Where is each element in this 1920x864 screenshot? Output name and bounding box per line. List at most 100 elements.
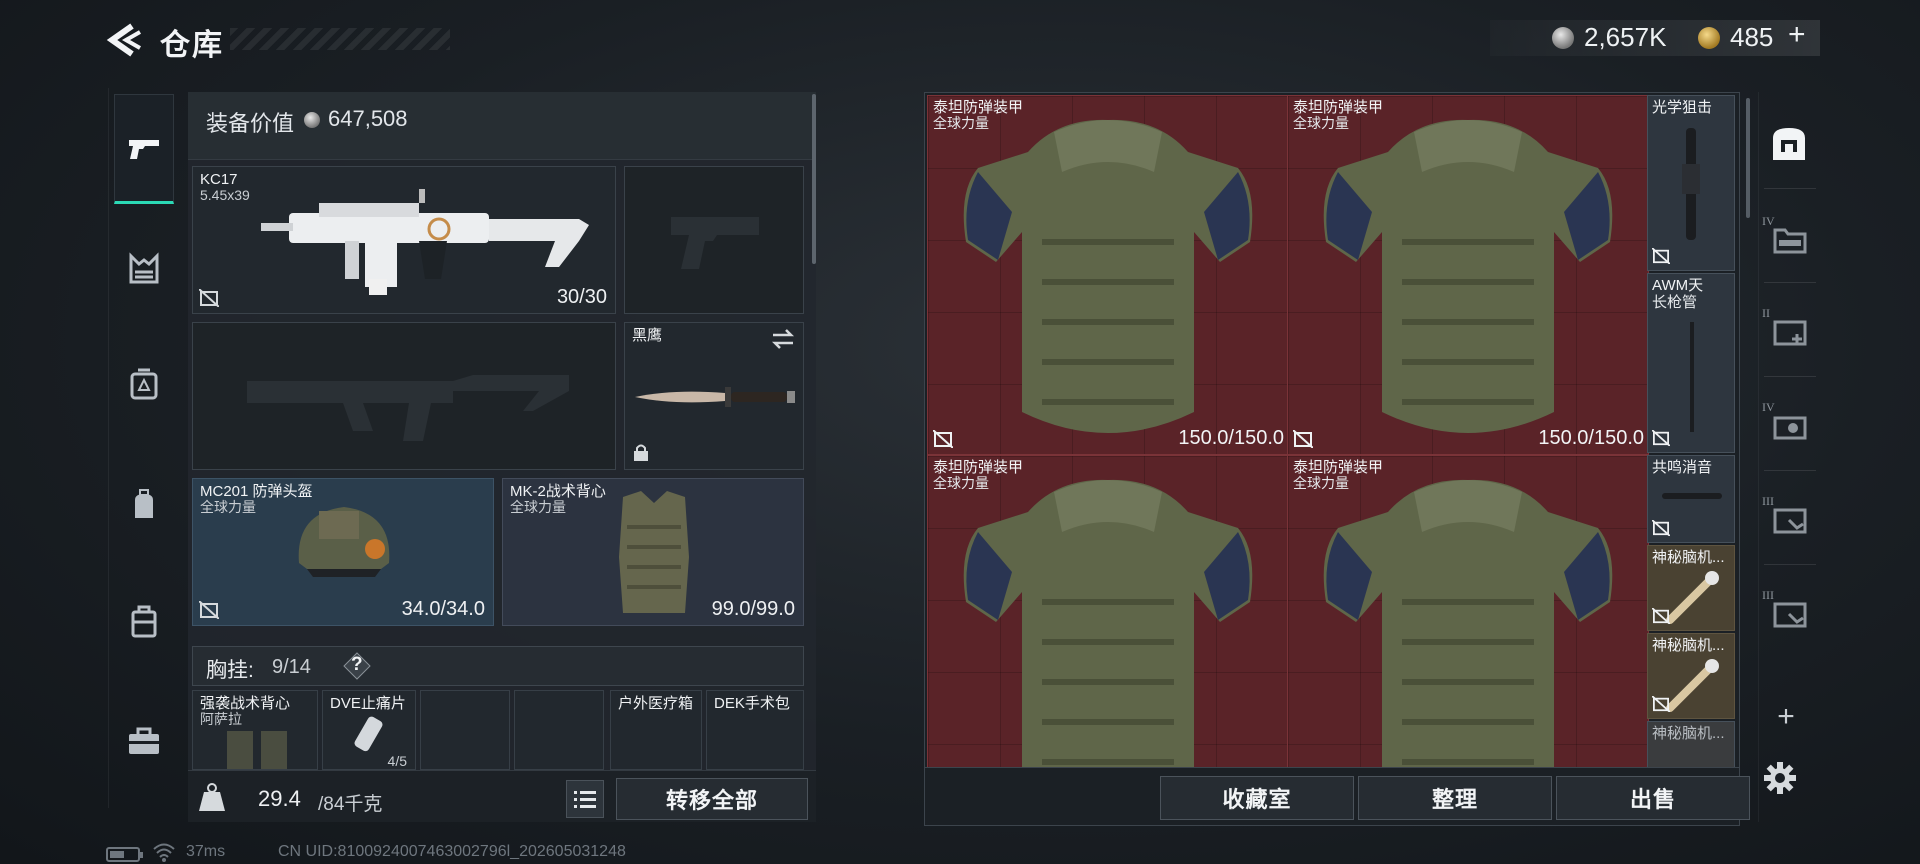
tab-weapons[interactable] bbox=[114, 94, 174, 204]
tab-storage-3b[interactable]: III bbox=[1760, 576, 1818, 648]
brain-chip-item-3[interactable]: 神秘脑机... bbox=[1647, 721, 1735, 767]
chest-rig-icon bbox=[129, 252, 159, 284]
tab-backpack[interactable] bbox=[114, 450, 174, 560]
armor-item-3[interactable]: 泰坦防弹装甲 全球力量 bbox=[927, 455, 1289, 767]
side-item-sub: 长枪管 bbox=[1652, 294, 1698, 311]
tab-tier-label: IV bbox=[1762, 400, 1775, 414]
brain-chip-item-1[interactable]: 神秘脑机... bbox=[1647, 545, 1735, 631]
rig-item-3[interactable] bbox=[420, 690, 510, 770]
ping-value: 37ms bbox=[186, 843, 226, 860]
tab-toolbox[interactable] bbox=[114, 686, 174, 796]
suppressor-item[interactable]: 共鸣消音 bbox=[1647, 455, 1735, 543]
side-item-name: 共鸣消音 bbox=[1652, 459, 1713, 476]
tab-storage-2[interactable]: II bbox=[1760, 294, 1818, 366]
medkit-storage-icon bbox=[1773, 320, 1807, 346]
vest-name: MK-2战术背心 bbox=[510, 483, 606, 500]
storage-grid: 泰坦防弹装甲 全球力量 150.0/150.0 泰坦防弹装甲 全球力量 150.… bbox=[924, 92, 1740, 768]
user-uid: CN UID:8100924007463002796l_202605031248 bbox=[278, 843, 626, 860]
tab-chest-rig[interactable] bbox=[114, 214, 174, 324]
side-item-name: 光学狙击 bbox=[1652, 99, 1713, 116]
back-arrow-icon[interactable] bbox=[104, 22, 144, 58]
tab-storage-3a[interactable]: III bbox=[1760, 482, 1818, 554]
vest-slot[interactable]: MK-2战术背心 全球力量 99.0/99.0 bbox=[502, 478, 804, 626]
armor-durability: 150.0/150.0 bbox=[1538, 427, 1644, 449]
vest-durability: 99.0/99.0 bbox=[711, 598, 795, 620]
tab-separator bbox=[1764, 282, 1816, 283]
no-insure-icon bbox=[199, 289, 219, 307]
weapon-durability: 30/30 bbox=[556, 286, 607, 308]
tab-tier-label: III bbox=[1762, 494, 1774, 508]
rig-item-name: DEK手术包 bbox=[714, 695, 790, 712]
barrel-icon bbox=[1690, 322, 1694, 432]
weapon-caliber: 5.45x39 bbox=[200, 187, 250, 203]
case-icon bbox=[131, 605, 157, 638]
add-storage-tab-button[interactable]: + bbox=[1766, 700, 1806, 734]
weight-max: /84千克 bbox=[318, 794, 383, 815]
safe-box-icon bbox=[130, 368, 158, 400]
armor-durability: 150.0/150.0 bbox=[1178, 427, 1284, 449]
helmet-faction: 全球力量 bbox=[200, 499, 256, 515]
rig-item-1[interactable]: 强袭战术背心 阿萨拉 bbox=[192, 690, 318, 770]
wifi-icon bbox=[153, 843, 175, 862]
collection-room-button[interactable]: 收藏室 bbox=[1160, 776, 1354, 820]
chest-rig-label: 胸挂: bbox=[206, 659, 254, 682]
armor-item-1[interactable]: 泰坦防弹装甲 全球力量 150.0/150.0 bbox=[927, 95, 1289, 455]
rig-item-2[interactable]: DVE止痛片 4/5 bbox=[322, 690, 416, 770]
list-view-button[interactable] bbox=[566, 780, 604, 818]
rifle-placeholder-icon bbox=[247, 375, 569, 441]
sell-button[interactable]: 出售 bbox=[1556, 776, 1750, 820]
equipment-scrollbar[interactable] bbox=[812, 94, 816, 264]
helmet-slot[interactable]: MC201 防弹头盔 全球力量 34.0/34.0 bbox=[192, 478, 494, 626]
scope-item[interactable]: 光学狙击 bbox=[1647, 95, 1735, 271]
help-label: ? bbox=[351, 654, 363, 675]
tab-safe-box[interactable] bbox=[114, 330, 174, 440]
pistol-icon bbox=[129, 140, 159, 159]
list-icon bbox=[574, 791, 596, 808]
lock-icon bbox=[634, 444, 648, 461]
no-insure-icon bbox=[1652, 520, 1670, 536]
tab-separator bbox=[1764, 564, 1816, 565]
melee-slot[interactable]: 黑鹰 bbox=[624, 322, 804, 470]
rig-item-6[interactable]: DEK手术包 bbox=[706, 690, 804, 770]
no-insure-icon bbox=[933, 430, 953, 448]
tab-separator bbox=[1764, 188, 1816, 189]
armor-item-4[interactable]: 泰坦防弹装甲 全球力量 bbox=[1287, 455, 1649, 767]
pistol-placeholder-icon bbox=[671, 217, 759, 269]
primary-weapon-slot[interactable]: KC17 5.45x39 30/30 bbox=[192, 166, 616, 314]
silver-coin-icon bbox=[1552, 27, 1574, 49]
side-item-name: AWM天 bbox=[1652, 277, 1704, 294]
barrel-item[interactable]: AWM天 长枪管 bbox=[1647, 273, 1735, 453]
no-insure-icon bbox=[1293, 430, 1313, 448]
transfer-all-button[interactable]: 转移全部 bbox=[616, 778, 808, 820]
no-insure-icon bbox=[1652, 696, 1670, 712]
tab-storage-4b[interactable]: IV bbox=[1760, 388, 1818, 460]
storage-scrollbar[interactable] bbox=[1746, 98, 1750, 218]
secondary-weapon-slot[interactable] bbox=[192, 322, 616, 470]
armor-item-2[interactable]: 泰坦防弹装甲 全球力量 150.0/150.0 bbox=[1287, 95, 1649, 455]
rig-item-5[interactable]: 户外医疗箱 bbox=[610, 690, 702, 770]
no-insure-icon bbox=[199, 601, 219, 619]
rig-item-name: 强袭战术背心 bbox=[200, 695, 291, 712]
tab-case[interactable] bbox=[114, 566, 174, 676]
sort-button[interactable]: 整理 bbox=[1358, 776, 1552, 820]
add-currency-button[interactable]: + bbox=[1788, 18, 1806, 52]
knife-icon bbox=[635, 387, 795, 407]
armor-icon bbox=[963, 119, 1253, 433]
tab-tier-label: III bbox=[1762, 588, 1774, 602]
rig-item-4[interactable] bbox=[514, 690, 604, 770]
tab-home-storage[interactable] bbox=[1760, 108, 1818, 180]
chest-rig-count: 9/14 bbox=[272, 656, 311, 678]
swap-icon[interactable] bbox=[771, 329, 795, 349]
toolbox-icon bbox=[129, 727, 159, 754]
rig-item-count: 4/5 bbox=[387, 753, 407, 769]
brain-chip-item-2[interactable]: 神秘脑机... bbox=[1647, 633, 1735, 719]
pistol-slot[interactable] bbox=[624, 166, 804, 314]
gear-icon[interactable] bbox=[1762, 760, 1798, 796]
no-insure-icon bbox=[1652, 608, 1670, 624]
armor-icon bbox=[963, 479, 1253, 767]
gold-amount: 485 bbox=[1730, 22, 1774, 52]
help-icon[interactable]: ? bbox=[343, 652, 371, 680]
tab-storage-4a[interactable]: IV bbox=[1760, 200, 1818, 272]
melee-name: 黑鹰 bbox=[632, 327, 663, 344]
side-item-name: 神秘脑机... bbox=[1652, 549, 1725, 566]
